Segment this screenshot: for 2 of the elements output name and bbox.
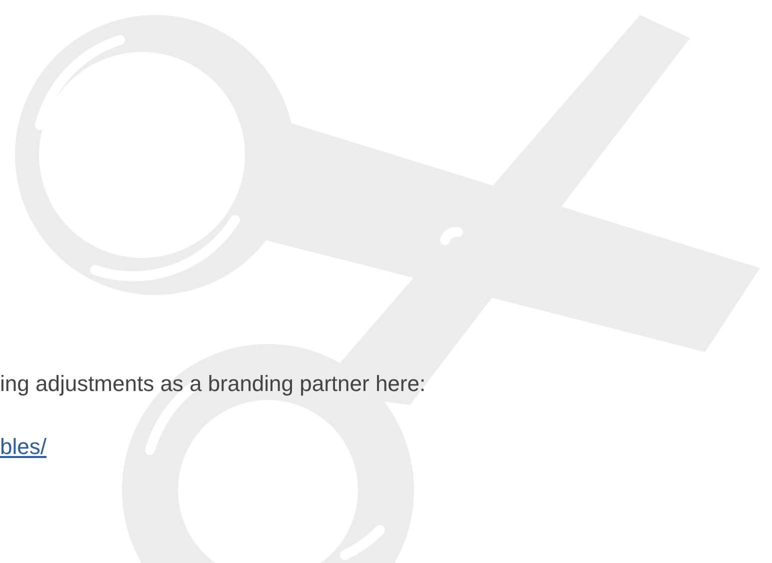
link[interactable]: bles/ <box>0 432 46 462</box>
paragraph-text: ing adjustments as a branding partner here: <box>0 370 426 398</box>
